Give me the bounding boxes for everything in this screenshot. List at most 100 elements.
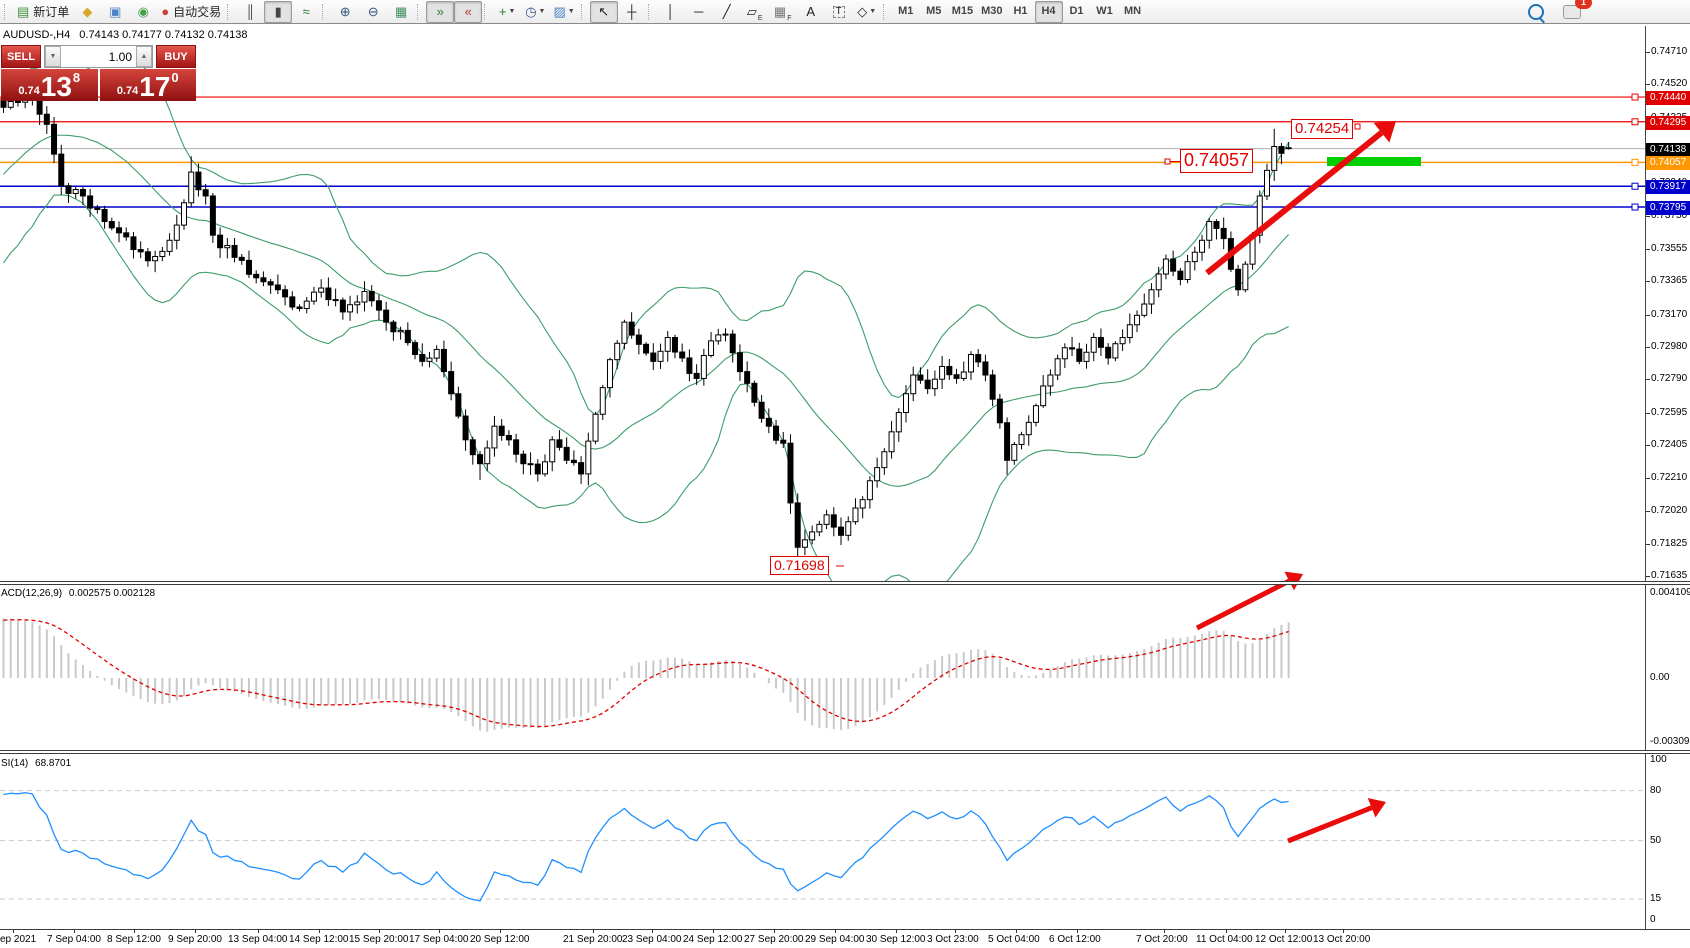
crosshair-button[interactable]: ┼: [618, 1, 646, 23]
date-label: 7 Sep 04:00: [47, 934, 101, 945]
date-label: 13 Oct 20:00: [1313, 934, 1370, 945]
volume-input[interactable]: [61, 46, 136, 67]
price-tick-mark: [1646, 413, 1650, 414]
rsi-indicator-label: SI(14) 68.8701: [1, 758, 71, 769]
metaeditor-button[interactable]: ◆: [73, 1, 101, 23]
price-label-low[interactable]: 0.71698: [770, 556, 829, 575]
timeframe-h4[interactable]: H4: [1035, 1, 1063, 23]
sell-price-box[interactable]: 0.74 13 8: [1, 69, 98, 101]
search-button[interactable]: [1522, 1, 1550, 23]
trendline-icon: ╱: [723, 5, 731, 18]
price-badge-0.74440: 0.74440: [1646, 91, 1690, 105]
timeframe-m5[interactable]: M5: [920, 1, 948, 23]
zoom-in-button[interactable]: ⊕: [331, 1, 359, 23]
timeframe-d1[interactable]: D1: [1063, 1, 1091, 23]
shapes-icon: ◇: [857, 5, 867, 18]
timeframe-mn-label: MN: [1124, 6, 1141, 17]
date-label: 15 Sep 20:00: [349, 934, 409, 945]
auto-scroll-icon: »: [437, 5, 444, 18]
shapes-button[interactable]: ◇▼: [853, 1, 881, 23]
buy-button[interactable]: BUY: [156, 45, 196, 68]
horizontal-line-button[interactable]: ─: [685, 1, 713, 23]
cursor-button[interactable]: ↖: [590, 1, 618, 23]
timeframe-m30[interactable]: M30: [977, 1, 1006, 23]
date-tick-mark: [134, 930, 135, 933]
toolbar-separator: [484, 4, 490, 20]
new-order-button[interactable]: ▤新订单: [13, 1, 73, 23]
tile-windows-button[interactable]: ▦: [387, 1, 415, 23]
price-label-high[interactable]: 0.74254: [1291, 119, 1353, 139]
autotrading-button-label: 自动交易: [173, 3, 221, 20]
trendline-button[interactable]: ╱: [713, 1, 741, 23]
text-button[interactable]: A: [797, 1, 825, 23]
pane-divider-rsi[interactable]: [0, 750, 1690, 754]
candlestick-chart-button[interactable]: ▮: [264, 1, 292, 23]
timeframe-m15[interactable]: M15: [948, 1, 977, 23]
price-badge-0.74138: 0.74138: [1646, 143, 1690, 157]
icon-subscript: E: [758, 15, 763, 22]
terminal-button[interactable]: ▣: [101, 1, 129, 23]
timeframe-w1-label: W1: [1096, 6, 1113, 17]
timeframe-w1[interactable]: W1: [1091, 1, 1119, 23]
price-badge-0.73917: 0.73917: [1646, 180, 1690, 194]
date-tick-mark: [379, 930, 380, 933]
timeframe-h1[interactable]: H1: [1007, 1, 1035, 23]
price-tick: 0.72595: [1651, 407, 1687, 418]
price-tick-mark: [1646, 379, 1650, 380]
channel-button[interactable]: ▱E: [741, 1, 769, 23]
timeframe-m15-label: M15: [952, 6, 973, 17]
zoom-out-button[interactable]: ⊖: [359, 1, 387, 23]
volume-control: ▼ ▲: [44, 45, 153, 68]
timeframe-h1-label: H1: [1013, 6, 1027, 17]
price-label-resistance[interactable]: 0.74057: [1180, 149, 1253, 173]
date-tick-mark: [1343, 930, 1344, 933]
timeframe-m1[interactable]: M1: [892, 1, 920, 23]
buy-price-box[interactable]: 0.74 17 0: [100, 69, 197, 101]
price-tick-mark: [1646, 544, 1650, 545]
vertical-line-button[interactable]: │: [657, 1, 685, 23]
date-tick-mark: [258, 930, 259, 933]
date-label: 23 Sep 04:00: [622, 934, 682, 945]
volume-down-button[interactable]: ▼: [45, 46, 61, 67]
buy-price-prefix: 0.74: [117, 85, 138, 97]
price-axis[interactable]: 0.747100.745200.743250.739400.737500.735…: [1645, 26, 1690, 929]
timeframe-m1-label: M1: [898, 6, 913, 17]
text-label-button[interactable]: T: [825, 1, 853, 23]
channel-icon: ▱: [747, 5, 757, 18]
candlestick-icon: ▮: [275, 5, 282, 18]
new-order-button-label: 新订单: [33, 3, 69, 20]
sell-button[interactable]: SELL: [1, 45, 41, 68]
volume-up-button[interactable]: ▲: [136, 46, 152, 67]
price-tick: 0.72790: [1651, 373, 1687, 384]
chart-shift-button[interactable]: «: [454, 1, 482, 23]
rsi-name: SI(14): [1, 758, 28, 769]
clock-icon: ◷: [525, 5, 536, 18]
ohlc-values: 0.74143 0.74177 0.74132 0.74138: [79, 29, 247, 41]
line-chart-button[interactable]: ≈: [292, 1, 320, 23]
buy-price-sup: 0: [171, 70, 178, 85]
pane-divider-macd[interactable]: [0, 581, 1690, 585]
templates-button[interactable]: ▨▼: [549, 1, 578, 23]
chart-window[interactable]: [0, 25, 1690, 948]
bar-chart-button[interactable]: ║: [236, 1, 264, 23]
timeframe-mn[interactable]: MN: [1119, 1, 1147, 23]
tile-windows-icon: ▦: [395, 5, 407, 18]
sell-price-prefix: 0.74: [18, 85, 39, 97]
fibonacci-button[interactable]: ▦F: [769, 1, 797, 23]
date-axis[interactable]: ep 20217 Sep 04:008 Sep 12:009 Sep 20:00…: [0, 929, 1690, 948]
indicators-button[interactable]: +▼: [493, 1, 521, 23]
date-label: 20 Sep 12:00: [470, 934, 530, 945]
autotrading-button[interactable]: ●自动交易: [157, 1, 225, 23]
price-tick-mark: [1646, 576, 1650, 577]
signals-button[interactable]: ◉: [129, 1, 157, 23]
price-tick-mark: [1646, 478, 1650, 479]
date-label: 8 Sep 12:00: [107, 934, 161, 945]
terminal-icon: ▣: [109, 5, 121, 18]
periods-button[interactable]: ◷▼: [521, 1, 549, 23]
price-tick-mark: [1646, 511, 1650, 512]
notifications-button[interactable]: 1: [1558, 1, 1586, 23]
price-tick: 0.73555: [1651, 243, 1687, 254]
auto-scroll-button[interactable]: »: [426, 1, 454, 23]
bar-chart-icon: ║: [246, 5, 255, 18]
mt4-window: ▤新订单◆▣◉●自动交易║▮≈⊕⊖▦»«+▼◷▼▨▼↖┼│─╱▱E▦FAT◇▼M…: [0, 0, 1690, 948]
